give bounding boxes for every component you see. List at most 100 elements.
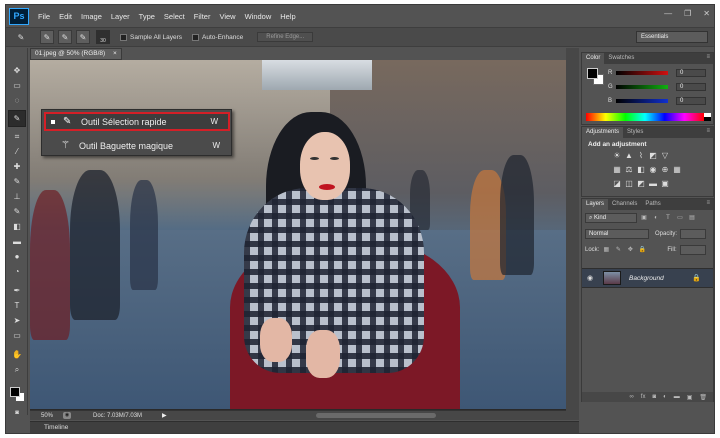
- marquee-tool-icon[interactable]: ▭: [11, 81, 23, 91]
- photo-filter-icon[interactable]: ◉: [648, 165, 658, 174]
- refine-edge-button[interactable]: Refine Edge...: [257, 32, 314, 42]
- brush-tool-icon[interactable]: ✎: [11, 177, 23, 187]
- brush-size-picker[interactable]: 30: [96, 30, 110, 44]
- timeline-panel-tab[interactable]: Timeline: [30, 421, 579, 433]
- visibility-eye-icon[interactable]: ◉: [587, 274, 597, 282]
- tab-color[interactable]: Color: [582, 53, 605, 64]
- status-info-icon[interactable]: ◉: [63, 412, 72, 419]
- tab-channels[interactable]: Channels: [608, 199, 641, 210]
- minimize-icon[interactable]: —: [664, 9, 672, 18]
- menu-help[interactable]: Help: [280, 12, 295, 21]
- blue-channel-input[interactable]: 0: [676, 97, 706, 105]
- selective-color-icon[interactable]: ▣: [660, 179, 670, 188]
- close-icon[interactable]: ✕: [703, 9, 710, 18]
- opacity-input[interactable]: [680, 229, 707, 239]
- horizontal-scroll-thumb[interactable]: [316, 413, 436, 418]
- healing-brush-tool-icon[interactable]: ✚: [11, 162, 23, 172]
- blend-mode-select[interactable]: Normal: [585, 229, 649, 239]
- subtract-from-selection-icon[interactable]: ✎: [76, 30, 90, 44]
- layer-kind-filter[interactable]: ⌕ Kind: [585, 213, 637, 223]
- levels-icon[interactable]: ▲: [624, 151, 634, 160]
- panel-menu-icon[interactable]: ≡: [706, 127, 710, 138]
- exposure-icon[interactable]: ◩: [648, 151, 658, 160]
- eraser-tool-icon[interactable]: ◧: [11, 222, 23, 232]
- type-tool-icon[interactable]: T: [11, 301, 23, 311]
- link-layers-icon[interactable]: ∞: [630, 394, 634, 400]
- color-lookup-icon[interactable]: ▦: [672, 165, 682, 174]
- layer-style-icon[interactable]: fx: [641, 394, 646, 400]
- menu-select[interactable]: Select: [164, 12, 185, 21]
- brightness-contrast-icon[interactable]: ☀: [612, 151, 622, 160]
- lock-image-icon[interactable]: ✎: [613, 246, 623, 254]
- tool-preset-icon[interactable]: ✎: [14, 30, 28, 44]
- blue-channel-slider[interactable]: [616, 99, 668, 103]
- tab-layers[interactable]: Layers: [582, 199, 609, 210]
- restore-icon[interactable]: ❐: [684, 9, 691, 18]
- lasso-tool-icon[interactable]: ◌: [11, 96, 23, 106]
- filter-pixel-icon[interactable]: ▣: [639, 214, 649, 222]
- tab-styles[interactable]: Styles: [623, 127, 647, 138]
- auto-enhance-checkbox[interactable]: [192, 33, 200, 41]
- lock-position-icon[interactable]: ✥: [625, 246, 635, 254]
- rectangle-tool-icon[interactable]: ▭: [11, 331, 23, 341]
- menu-layer[interactable]: Layer: [111, 12, 130, 21]
- red-channel-slider[interactable]: [616, 71, 668, 75]
- document-tab[interactable]: 01.jpeg @ 50% (RGB/8) ×: [30, 48, 122, 60]
- gradient-tool-icon[interactable]: ▬: [11, 237, 23, 247]
- filter-smart-object-icon[interactable]: ▤: [687, 214, 697, 222]
- clone-stamp-tool-icon[interactable]: ⊥: [11, 192, 23, 202]
- panel-menu-icon[interactable]: ≡: [706, 53, 710, 64]
- menu-filter[interactable]: Filter: [194, 12, 211, 21]
- curves-icon[interactable]: ⌇: [636, 151, 646, 160]
- color-foreground-swatch[interactable]: [587, 68, 598, 79]
- dodge-tool-icon[interactable]: ◔: [11, 267, 23, 277]
- black-white-ramp[interactable]: [704, 113, 711, 121]
- blur-tool-icon[interactable]: ●: [11, 252, 23, 262]
- pen-tool-icon[interactable]: ✒: [11, 286, 23, 296]
- delete-layer-icon[interactable]: 🗑: [699, 394, 707, 401]
- tab-paths[interactable]: Paths: [641, 199, 664, 210]
- green-channel-input[interactable]: 0: [676, 83, 706, 91]
- new-selection-icon[interactable]: ✎: [40, 30, 54, 44]
- color-spectrum-ramp[interactable]: [586, 113, 704, 121]
- workspace-switcher[interactable]: Essentials: [636, 31, 708, 43]
- red-channel-input[interactable]: 0: [676, 69, 706, 77]
- flyout-item-magic-wand[interactable]: ⚚ Outil Baguette magique W: [44, 136, 230, 155]
- filter-adjustment-icon[interactable]: ◐: [651, 214, 661, 222]
- menu-view[interactable]: View: [219, 12, 235, 21]
- document-tab-close-icon[interactable]: ×: [113, 50, 117, 57]
- menu-edit[interactable]: Edit: [59, 12, 72, 21]
- foreground-color-swatch[interactable]: [10, 387, 20, 397]
- invert-icon[interactable]: ◪: [612, 179, 622, 188]
- vibrance-icon[interactable]: ▽: [660, 151, 670, 160]
- black-white-icon[interactable]: ◧: [636, 165, 646, 174]
- path-selection-tool-icon[interactable]: ➤: [11, 316, 23, 326]
- sample-all-layers-checkbox[interactable]: [120, 33, 127, 41]
- history-brush-tool-icon[interactable]: ✎: [11, 207, 23, 217]
- move-tool-icon[interactable]: ✥: [11, 66, 23, 76]
- hue-saturation-icon[interactable]: ▦: [612, 165, 622, 174]
- zoom-level[interactable]: 50%: [41, 413, 53, 419]
- panel-menu-icon[interactable]: ≡: [706, 199, 710, 210]
- posterize-icon[interactable]: ◫: [624, 179, 634, 188]
- quick-selection-tool-icon[interactable]: ✎: [8, 110, 26, 127]
- menu-file[interactable]: File: [38, 12, 50, 21]
- quick-mask-icon[interactable]: ◙: [11, 408, 23, 418]
- filter-shape-icon[interactable]: ▭: [675, 214, 685, 222]
- gradient-map-icon[interactable]: ▬: [648, 179, 658, 188]
- hand-tool-icon[interactable]: ✋: [11, 350, 23, 360]
- threshold-icon[interactable]: ◩: [636, 179, 646, 188]
- channel-mixer-icon[interactable]: ⊕: [660, 165, 670, 174]
- crop-tool-icon[interactable]: ⌗: [11, 132, 23, 142]
- menu-window[interactable]: Window: [245, 12, 272, 21]
- eyedropper-tool-icon[interactable]: ⁄: [11, 147, 23, 157]
- flyout-item-quick-selection[interactable]: ✎ Outil Sélection rapide W: [44, 112, 230, 131]
- filter-type-icon[interactable]: T: [663, 214, 673, 222]
- zoom-tool-icon[interactable]: ⌕: [11, 365, 23, 375]
- layer-row-background[interactable]: ◉ Background 🔒: [582, 268, 713, 288]
- new-layer-icon[interactable]: ▣: [687, 394, 693, 401]
- lock-all-icon[interactable]: 🔒: [637, 246, 647, 254]
- color-balance-icon[interactable]: ⚖: [624, 165, 634, 174]
- tab-swatches[interactable]: Swatches: [604, 53, 638, 64]
- menu-image[interactable]: Image: [81, 12, 102, 21]
